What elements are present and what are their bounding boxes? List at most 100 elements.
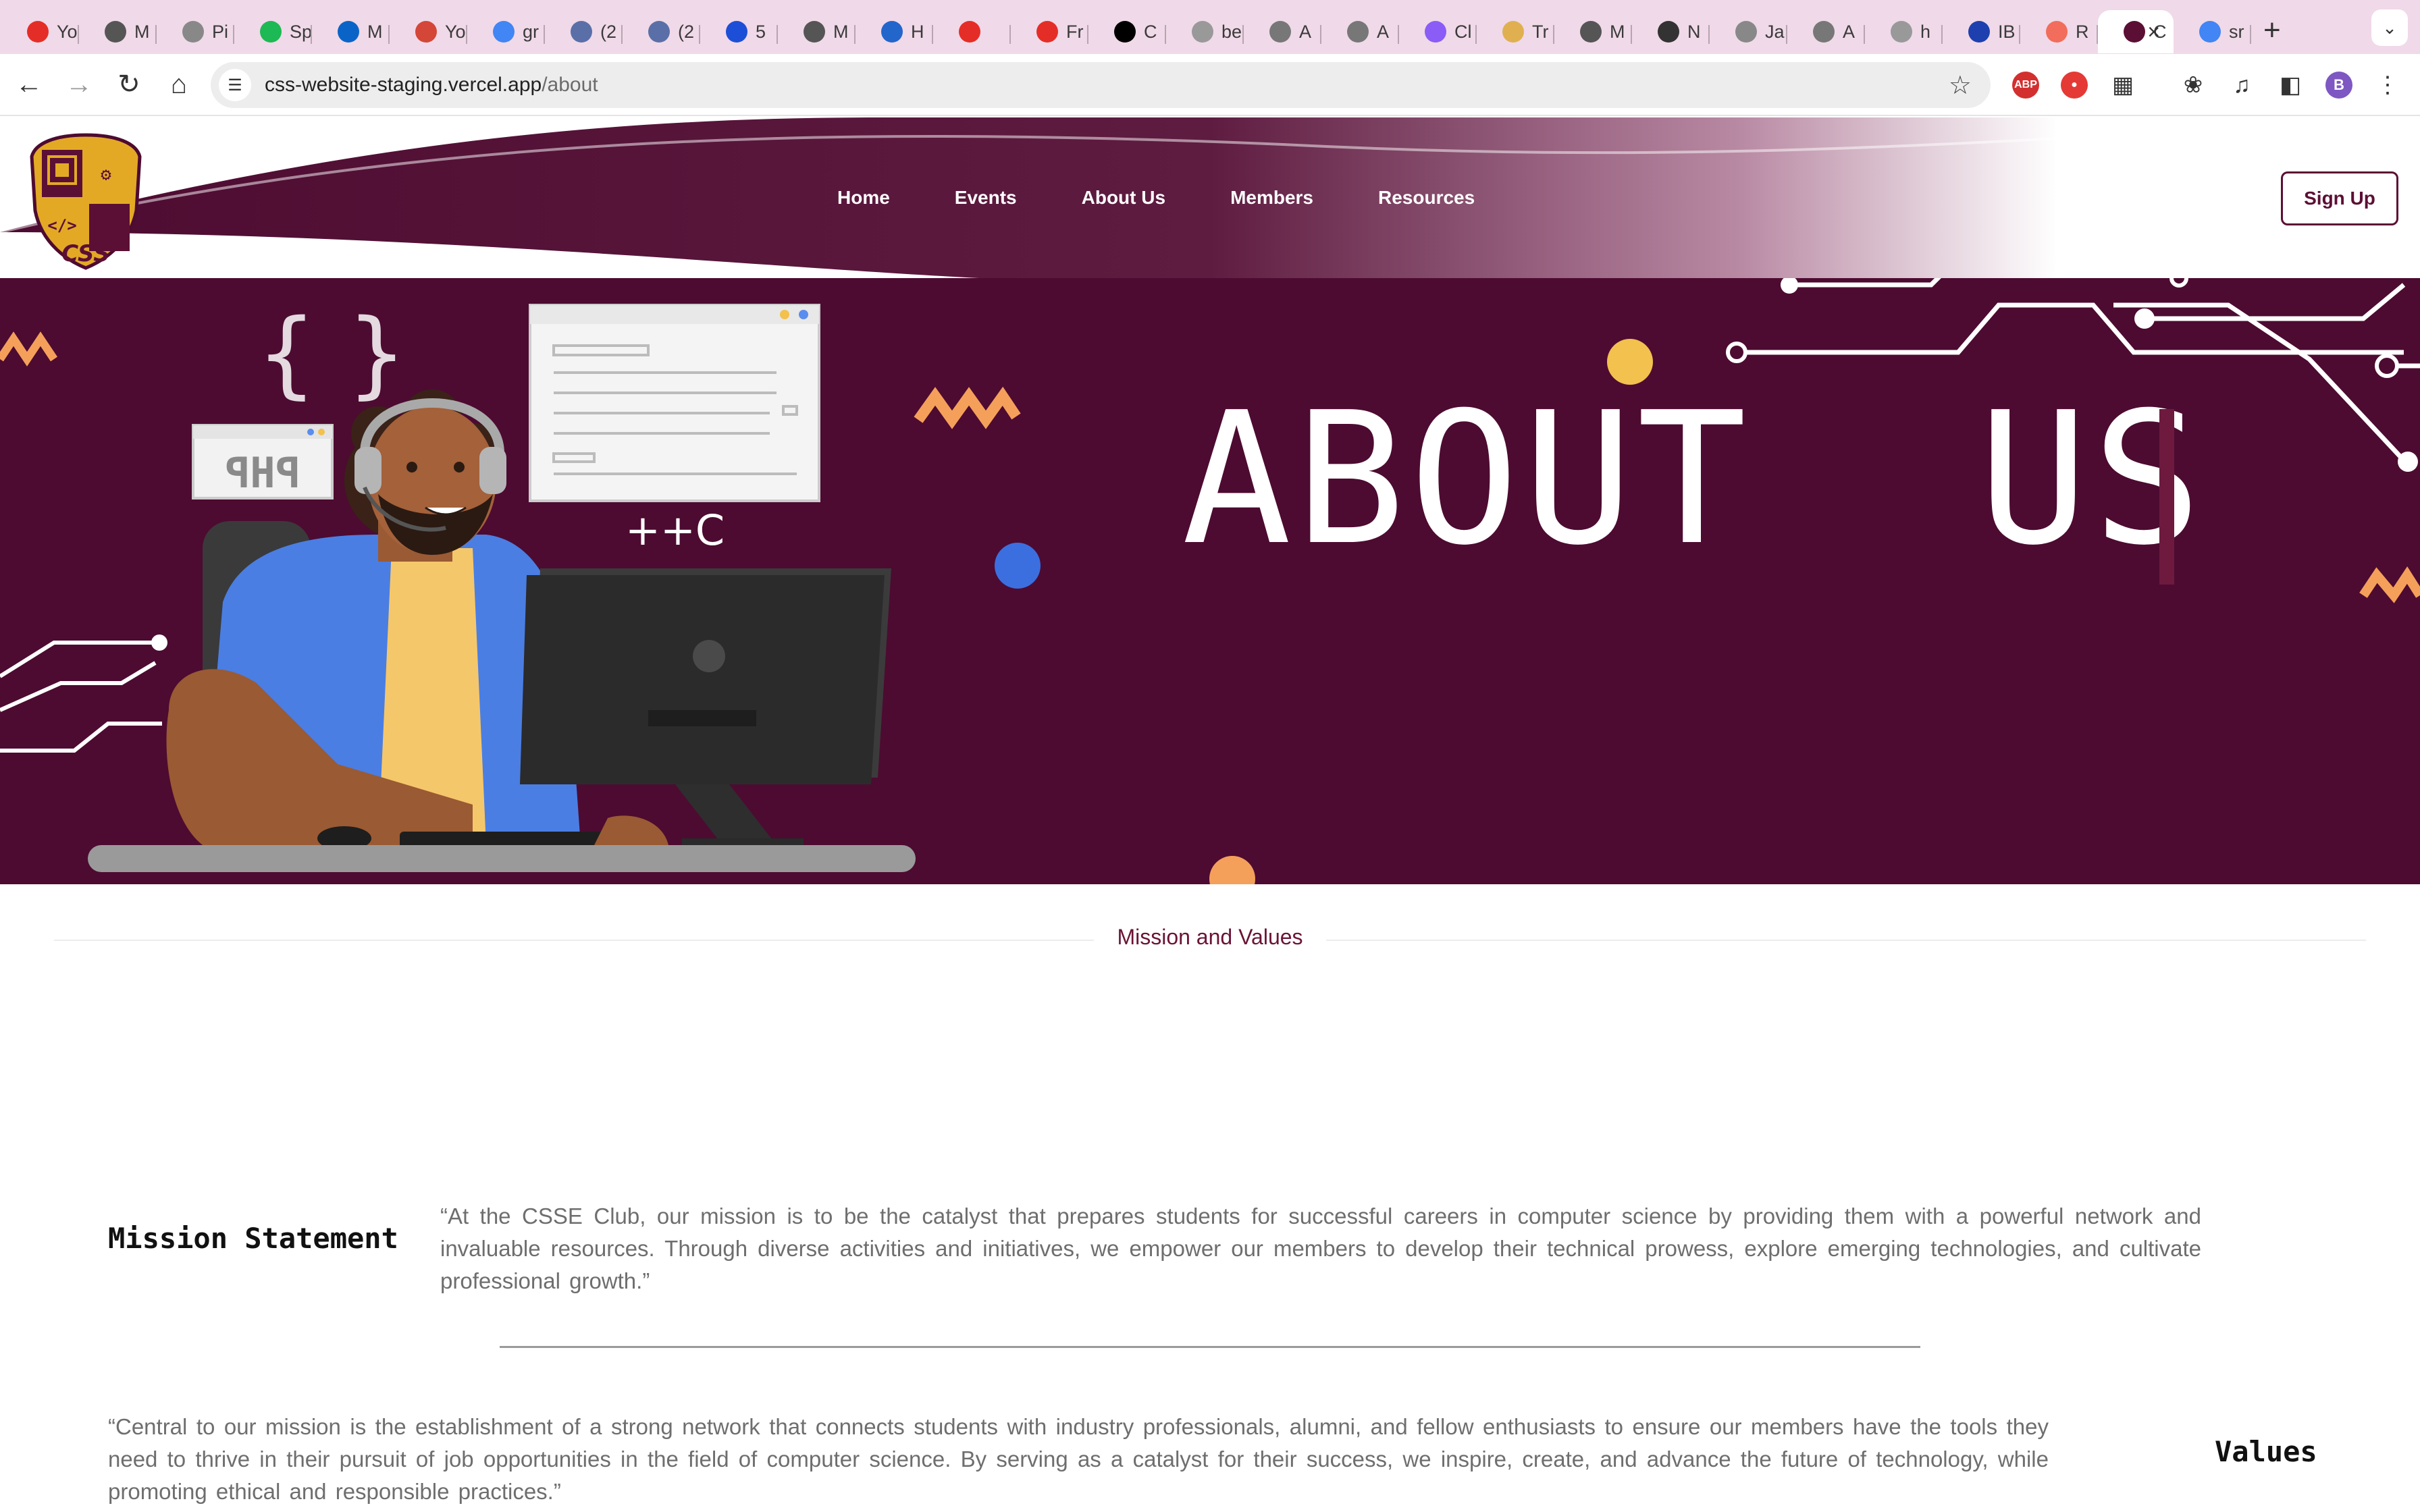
mission-statement-text: “At the CSSE Club, our mission is to be … [440, 1204, 2201, 1293]
browser-menu-button[interactable]: ⋮ [2369, 66, 2406, 104]
main-navigation: Home Events About Us Members Resources [837, 117, 1540, 278]
browser-tab[interactable]: Yo [390, 10, 467, 53]
nav-link-resources[interactable]: Resources [1378, 187, 1475, 209]
tab-label: h [1920, 21, 1931, 42]
adblock-extension-button[interactable]: ABP [2007, 66, 2045, 104]
profile-button[interactable]: B [2320, 66, 2358, 104]
browser-tab[interactable]: Cl [1399, 10, 1477, 53]
page-title: ABOUT US [1182, 373, 2206, 585]
browser-tab[interactable]: gr [467, 10, 545, 53]
amazon-icon [1347, 21, 1369, 43]
browser-tab[interactable]: Yo [1, 10, 79, 53]
tab-label: be [1221, 21, 1242, 42]
nav-link-events[interactable]: Events [955, 187, 1017, 209]
google-icon [493, 21, 515, 43]
tab-label: Yo [445, 21, 466, 42]
youtube-icon [1036, 21, 1058, 43]
browser-tab[interactable]: (2 [545, 10, 623, 53]
typing-cursor [2159, 409, 2174, 585]
tab-label: M [367, 21, 383, 42]
puzzle-icon: ▦ [2111, 72, 2134, 98]
web-page: ⚙ </> CSS Home Events About Us Members Resou… [0, 117, 2420, 1512]
browser-tab[interactable]: C × [2098, 10, 2174, 53]
tab-label: IB [1998, 21, 2016, 42]
browser-tab[interactable]: Ja [1710, 10, 1787, 53]
browser-tab[interactable]: M [1554, 10, 1632, 53]
sign-up-button[interactable]: Sign Up [2281, 171, 2398, 225]
side-panel-button[interactable]: ◧ [2271, 66, 2309, 104]
tab-label: H [911, 21, 924, 42]
nav-link-home[interactable]: Home [837, 187, 890, 209]
browser-tab[interactable]: IB [1943, 10, 2020, 53]
tab-label: C [1144, 21, 1157, 42]
tab-search-button[interactable]: ⌄ [2371, 9, 2408, 46]
x-circle-icon [881, 21, 903, 43]
browser-tab[interactable]: 5 [700, 10, 778, 53]
browser-tab[interactable]: M [778, 10, 856, 53]
browser-tab[interactable]: sr [2174, 10, 2251, 53]
reload-button[interactable]: ↻ [108, 63, 150, 105]
shield-extension-button[interactable]: ● [2055, 66, 2093, 104]
svg-text:CSS: CSS [61, 240, 110, 267]
tab-label: (2 [678, 21, 695, 42]
svg-text:</>: </> [47, 216, 76, 235]
more-vert-icon: ⋮ [2376, 72, 2399, 98]
browser-tab[interactable]: Fr [1011, 10, 1088, 53]
browser-tab[interactable]: M [312, 10, 390, 53]
media-icon: ♫ [2233, 72, 2251, 98]
browser-toolbar: ← → ↻ ⌂ ☰ css-website-staging.vercel.app… [0, 54, 2420, 116]
css-logo[interactable]: ⚙ </> CSS [28, 130, 143, 271]
extensions-button[interactable]: ▦ [2104, 66, 2142, 104]
tab-label: R [2076, 21, 2089, 42]
media-control-button[interactable]: ♫ [2223, 66, 2261, 104]
browser-tab[interactable]: N [1632, 10, 1710, 53]
linkedin-icon [571, 21, 592, 43]
browser-tab[interactable]: be [1166, 10, 1244, 53]
tab-label: Sp [290, 21, 312, 42]
nav-link-members[interactable]: Members [1230, 187, 1313, 209]
browser-tab[interactable]: Tr [1477, 10, 1554, 53]
shield-extension-icon: ● [2061, 72, 2088, 99]
back-button[interactable]: ← [8, 63, 50, 105]
site-header: ⚙ </> CSS Home Events About Us Members Resou… [0, 117, 2420, 278]
blue-dot [995, 543, 1041, 589]
tab-label: Pi [212, 21, 229, 42]
browser-tab[interactable]: M [79, 10, 157, 53]
leaf-icon: ❀ [2183, 72, 2203, 98]
tab-label: sr [2229, 21, 2244, 42]
cpp-label: ++C [625, 506, 725, 555]
svg-text:⚙: ⚙ [101, 165, 111, 185]
browser-tab[interactable]: (2 [623, 10, 700, 53]
home-button[interactable]: ⌂ [158, 63, 200, 105]
vercel-icon [1114, 21, 1136, 43]
amazon-icon [1269, 21, 1291, 43]
browser-tab-strip: Yo M Pi Sp M Yo gr (2 (2 5 M H Fr Cbe A A Cl Tr M N Ja Ah IB R C… [0, 0, 2420, 54]
site-info-icon[interactable]: ☰ [219, 69, 251, 101]
globe-icon [804, 21, 825, 43]
browser-tab[interactable]: A [1321, 10, 1399, 53]
close-tab-icon[interactable]: × [2147, 20, 2160, 45]
css-icon [2124, 21, 2145, 43]
browser-tab[interactable]: H [856, 10, 933, 53]
spotify-icon [260, 21, 282, 43]
browser-tab[interactable]: h [1865, 10, 1943, 53]
c-icon [1968, 21, 1990, 43]
browser-tab[interactable]: R [2020, 10, 2098, 53]
browser-tab[interactable]: A [1787, 10, 1865, 53]
nav-link-about-us[interactable]: About Us [1082, 187, 1165, 209]
values-heading: Values [2215, 1435, 2317, 1468]
tab-label: N [1687, 21, 1701, 42]
leaf-extension-button[interactable]: ❀ [2174, 66, 2212, 104]
browser-tab[interactable]: Sp [234, 10, 312, 53]
browser-tab[interactable]: A [1244, 10, 1321, 53]
wp-icon [1735, 21, 1757, 43]
bookmark-star-icon[interactable]: ☆ [1949, 70, 1972, 101]
php-card: PHP [192, 424, 334, 500]
browser-tab[interactable]: C [1088, 10, 1166, 53]
tab-label: M [1610, 21, 1625, 42]
new-tab-button[interactable]: + [2263, 14, 2281, 47]
browser-tab[interactable]: Pi [157, 10, 234, 53]
forward-button[interactable]: → [58, 63, 100, 105]
address-bar[interactable]: ☰ css-website-staging.vercel.app/about ☆ [211, 62, 1991, 108]
browser-tab[interactable] [933, 10, 1011, 53]
